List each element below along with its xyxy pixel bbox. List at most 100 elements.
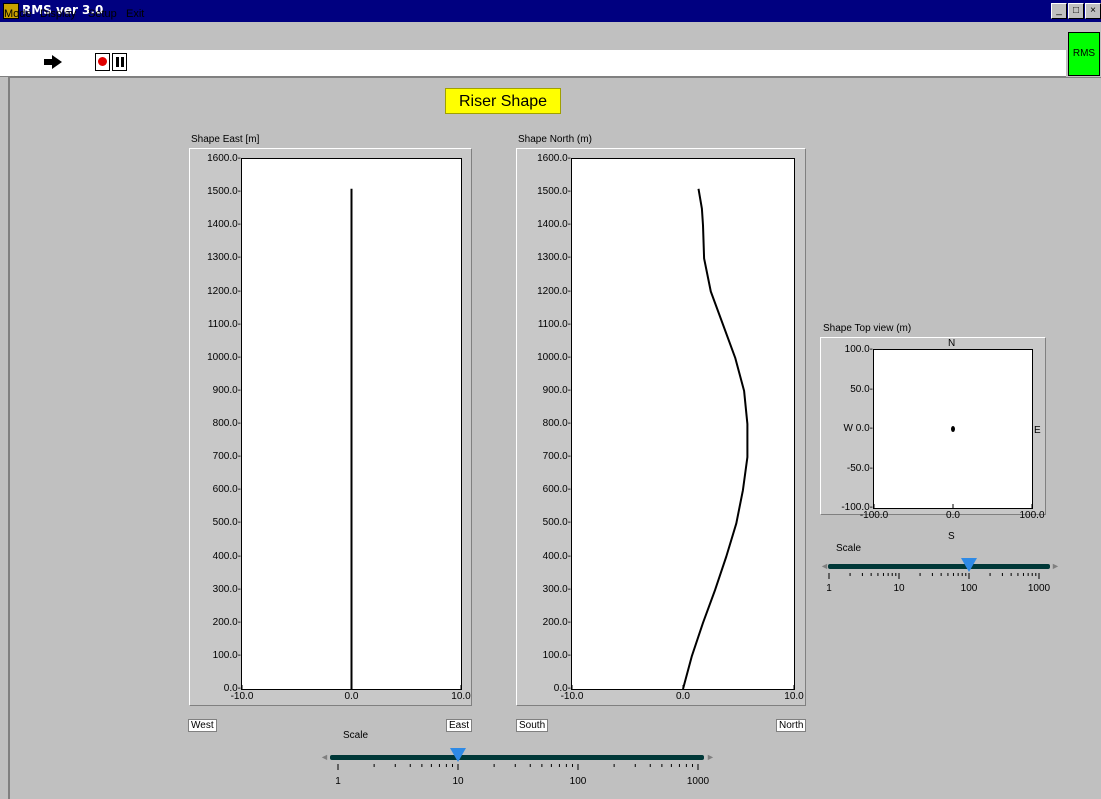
main-scale-tick-label: 100 <box>569 776 587 787</box>
main-scale-tick-label: 1000 <box>686 776 710 787</box>
chart-north-y-tick-label: 1000.0- <box>537 351 571 363</box>
top-scale-tick-label: 1000 <box>1027 583 1051 594</box>
chart-east-y-tick-label: 1000.0- <box>207 351 241 363</box>
main-scale-thumb[interactable] <box>450 748 466 762</box>
chart-east-y-tick-label: 1500.0- <box>207 186 241 198</box>
chart-north-x-tick-label: 10.0 <box>784 691 804 702</box>
chart-north-y-tick-label: 1600.0- <box>537 153 571 164</box>
main-scale-minor-ticks <box>337 764 699 770</box>
main-scale-label: Scale <box>343 730 369 741</box>
chart-north-y-tick-label: 600.0- <box>542 484 571 496</box>
pause-icon <box>116 57 119 67</box>
run-arrow-icon[interactable] <box>42 54 64 70</box>
chart-east-y-tick-label: 700.0- <box>212 451 241 463</box>
chart-top-y-tick-label: 50.0- <box>850 383 873 395</box>
slider-right-arrow-icon[interactable]: ► <box>1051 561 1060 571</box>
minimize-button[interactable]: _ <box>1051 3 1067 19</box>
chart-east-x-tick-label: -10.0 <box>230 691 254 702</box>
toolbar <box>0 50 1066 77</box>
main-scale-slider[interactable]: ◄ ► <box>318 748 718 792</box>
top-scale-tick-label: 1 <box>826 583 832 594</box>
main-scale-track[interactable] <box>330 755 704 760</box>
menu-display[interactable]: Display <box>40 8 76 20</box>
top-scale-label: Scale <box>836 543 862 554</box>
chart-east-y-tick-label: 100.0- <box>212 649 241 661</box>
chart-north-y-tick-label: 500.0- <box>542 517 571 529</box>
chart-north-y-tick-label: 1300.0- <box>537 252 571 264</box>
chart-top-y-tick-label: W 0.0- <box>843 423 873 434</box>
chart-top-svg <box>873 426 1033 508</box>
chart-north-series-line <box>682 188 749 690</box>
main-scale-tick-label: 1 <box>335 776 341 787</box>
compass-north: N <box>948 338 956 349</box>
top-scale-slider[interactable]: ◄ ► <box>819 556 1060 600</box>
chart-east-plot <box>241 158 462 690</box>
menu-setup[interactable]: Setup <box>88 8 117 20</box>
chart-east-y-tick-label: 900.0- <box>212 384 241 396</box>
maximize-button[interactable]: □ <box>1068 3 1084 19</box>
slider-right-arrow-icon[interactable]: ► <box>706 752 715 762</box>
chart-north-y-tick-label: 1100.0- <box>537 318 571 330</box>
title-bar <box>0 0 1101 22</box>
chart-east-x-tick-label: 10.0 <box>451 691 471 702</box>
east-label: East <box>446 719 473 732</box>
chart-east-y-tick-label: 1400.0- <box>207 219 241 231</box>
chart-top-x-tick-label: -100.0 <box>859 510 889 521</box>
chart-north-y-tick-label: 1400.0- <box>537 219 571 231</box>
chart-east-title: Shape East [m] <box>191 134 260 145</box>
chart-north-y-tick-label: 300.0- <box>542 583 571 595</box>
chart-top-x-tick-label: 0.0 <box>946 510 960 521</box>
compass-south: S <box>948 531 955 542</box>
chart-north-y-tick-label: 900.0- <box>542 384 571 396</box>
record-icon <box>98 57 107 66</box>
chart-east-y-tick-label: 800.0- <box>212 418 241 429</box>
chart-top-title: Shape Top view (m) <box>823 323 912 334</box>
menu-mode[interactable]: Mode <box>4 8 32 20</box>
chart-east-y-tick-label: 600.0- <box>212 484 241 496</box>
west-label: West <box>188 719 217 732</box>
pause-button[interactable] <box>112 53 127 71</box>
north-label: North <box>776 719 807 732</box>
chart-top-plot <box>873 349 1033 509</box>
chart-north-y-tick-label: 100.0- <box>542 649 571 661</box>
chart-north-plot <box>571 158 795 690</box>
chart-east-y-tick-label: 1100.0- <box>207 318 241 330</box>
chart-north-y-tick-label: 400.0- <box>542 550 571 562</box>
chart-east-y-tick-label: 400.0- <box>212 550 241 562</box>
chart-top-x-tick-label: 100.0 <box>1019 510 1045 521</box>
chart-north-x-tick-label: 0.0 <box>676 691 690 702</box>
top-scale-tick-label: 10 <box>893 583 905 594</box>
menu-bar <box>0 22 1066 50</box>
menu-exit[interactable]: Exit <box>126 8 144 20</box>
top-scale-tick-label: 100 <box>960 583 978 594</box>
top-scale-thumb[interactable] <box>961 558 977 572</box>
chart-east-x-tick-label: 0.0 <box>344 691 359 702</box>
chart-north-y-tick-label: 700.0- <box>542 451 571 463</box>
chart-east-y-tick-label: 1600.0- <box>207 153 241 164</box>
main-scale-tick-label: 10 <box>452 776 464 787</box>
chart-east-svg <box>241 188 462 689</box>
record-button[interactable] <box>95 53 110 71</box>
chart-north-x-tick-label: -10.0 <box>560 691 584 702</box>
chart-top-point <box>951 426 955 432</box>
chart-east-y-tick-label: 500.0- <box>212 517 241 529</box>
status-indicator: RMS <box>1068 32 1100 76</box>
chart-north-y-tick-label: 1200.0- <box>537 285 571 297</box>
compass-east: E <box>1034 425 1041 436</box>
chart-top-y-tick-label: -50.0- <box>846 462 873 474</box>
panel-title: Riser Shape <box>445 88 561 114</box>
top-scale-minor-ticks <box>828 573 1040 579</box>
close-button[interactable]: × <box>1085 3 1101 19</box>
chart-east-y-tick-label: 300.0- <box>212 583 241 595</box>
top-scale-track[interactable] <box>828 564 1050 569</box>
chart-north-title: Shape North (m) <box>518 134 592 145</box>
chart-east-y-tick-label: 200.0- <box>212 616 241 628</box>
chart-north-svg <box>571 188 795 690</box>
chart-north-y-tick-label: 800.0- <box>542 418 571 429</box>
south-label: South <box>516 719 549 732</box>
slider-left-arrow-icon[interactable]: ◄ <box>320 752 329 762</box>
chart-north-y-tick-label: 200.0- <box>542 616 571 628</box>
chart-east-y-tick-label: 1200.0- <box>207 285 241 297</box>
chart-top-y-tick-label: 100.0- <box>844 344 873 355</box>
chart-east-y-tick-label: 1300.0- <box>207 252 241 264</box>
